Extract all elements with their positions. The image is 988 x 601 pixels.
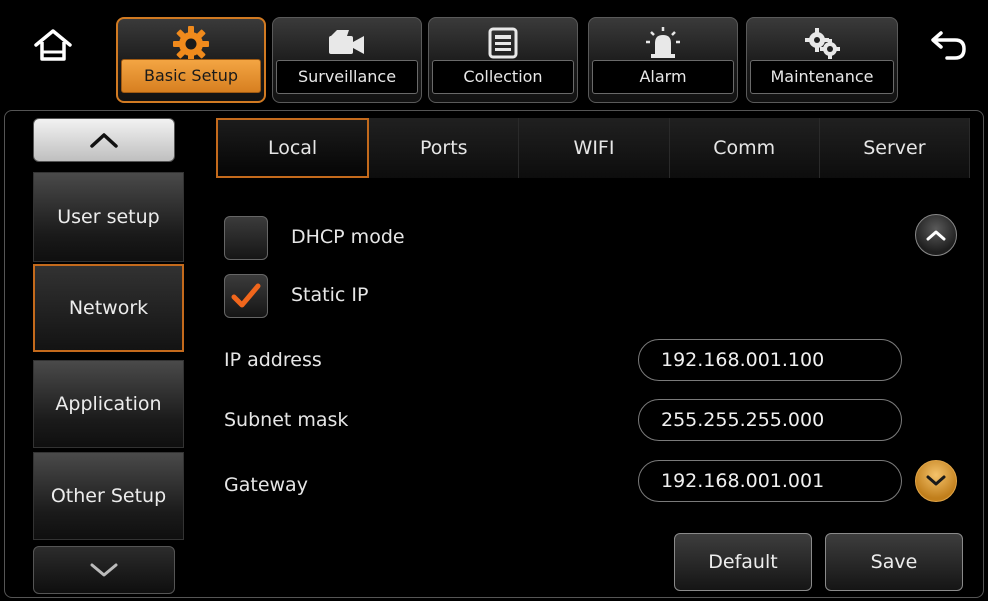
gateway-label: Gateway <box>224 474 308 496</box>
sidebar-scroll-down-button[interactable] <box>33 546 175 594</box>
tab-label: Collection <box>432 60 574 94</box>
chevron-down-icon <box>90 563 118 577</box>
ip-address-field[interactable]: 192.168.001.100 <box>638 339 902 381</box>
document-icon <box>483 24 523 62</box>
nav-tab-collection[interactable]: Collection <box>428 17 578 103</box>
tab-comm[interactable]: Comm <box>669 118 820 178</box>
default-button[interactable]: Default <box>674 533 812 591</box>
back-arrow-icon <box>931 31 966 60</box>
static-ip-label: Static IP <box>291 284 369 306</box>
dhcp-mode-checkbox[interactable] <box>224 216 268 260</box>
chevron-up-icon <box>90 133 118 148</box>
sidebar-item-network[interactable]: Network <box>33 264 184 352</box>
gear-icon <box>171 25 211 63</box>
home-icon <box>34 29 72 61</box>
tab-local[interactable]: Local <box>216 118 370 178</box>
tab-label: Maintenance <box>750 60 894 94</box>
gears-icon <box>802 24 842 62</box>
tab-wifi[interactable]: WIFI <box>519 118 670 178</box>
sidebar-item-label: User setup <box>57 206 160 228</box>
sidebar-scroll-up-button[interactable] <box>33 118 175 162</box>
nav-tab-maintenance[interactable]: Maintenance <box>746 17 898 103</box>
ip-address-label: IP address <box>224 349 322 371</box>
sidebar-item-user-setup[interactable]: User setup <box>33 172 184 262</box>
nav-tab-basic-setup[interactable]: Basic Setup <box>116 17 266 103</box>
content-scroll-up-button[interactable] <box>915 214 957 256</box>
tab-label: Basic Setup <box>121 59 261 93</box>
siren-icon <box>643 24 683 62</box>
sidebar-item-other-setup[interactable]: Other Setup <box>33 452 184 540</box>
sidebar-item-label: Application <box>55 393 162 415</box>
tab-label: Surveillance <box>276 60 418 94</box>
network-subtabs: Local Ports WIFI Comm Server <box>216 118 971 178</box>
sidebar-item-label: Network <box>68 297 149 319</box>
gateway-field[interactable]: 192.168.001.001 <box>638 460 902 502</box>
content-scroll-down-button[interactable] <box>915 460 957 502</box>
save-button[interactable]: Save <box>825 533 963 591</box>
subnet-mask-field[interactable]: 255.255.255.000 <box>638 399 902 441</box>
tab-ports[interactable]: Ports <box>369 118 520 178</box>
back-button[interactable] <box>924 22 974 68</box>
subnet-mask-label: Subnet mask <box>224 409 349 431</box>
tab-server[interactable]: Server <box>819 118 971 178</box>
dhcp-mode-label: DHCP mode <box>291 226 405 248</box>
checkmark-icon <box>231 283 261 308</box>
video-camera-icon <box>327 24 367 62</box>
tab-label: Alarm <box>592 60 734 94</box>
nav-tab-surveillance[interactable]: Surveillance <box>272 17 422 103</box>
sidebar-item-application[interactable]: Application <box>33 360 184 448</box>
chevron-up-icon <box>926 230 946 241</box>
chevron-down-icon <box>926 475 946 486</box>
home-button[interactable] <box>28 22 78 68</box>
sidebar-item-label: Other Setup <box>50 485 167 507</box>
nav-tab-alarm[interactable]: Alarm <box>588 17 738 103</box>
static-ip-checkbox[interactable] <box>224 274 268 318</box>
top-navigation-bar: Basic Setup Surveillance Collection Alar… <box>0 0 988 108</box>
